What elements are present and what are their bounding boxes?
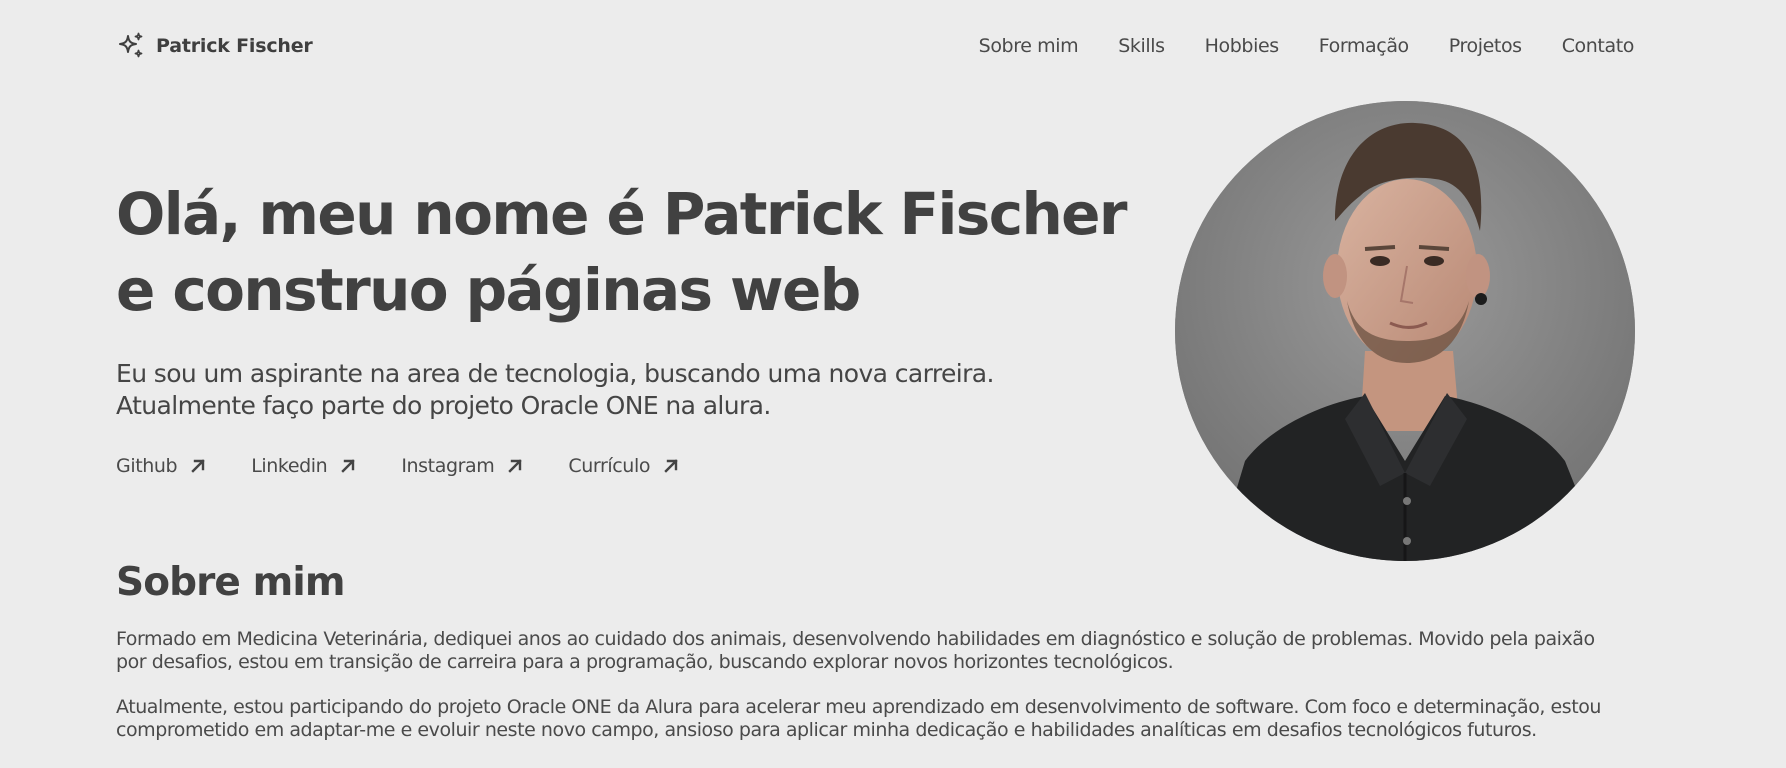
hero-subtitle: Eu sou um aspirante na area de tecnologi… [116,358,1116,422]
arrow-up-right-icon [189,457,207,475]
nav-link-formacao[interactable]: Formação [1319,35,1409,57]
github-link[interactable]: Github [116,455,207,477]
curriculo-link-label: Currículo [568,455,651,477]
linkedin-link-label: Linkedin [251,455,328,477]
github-link-label: Github [116,455,178,477]
arrow-up-right-icon [662,457,680,475]
profile-photo [1175,101,1635,561]
arrow-up-right-icon [506,457,524,475]
hero-title: Olá, meu nome é Patrick Fischer e constr… [116,176,1136,328]
about-paragraph-2-line-1: Atualmente, estou participando do projet… [116,696,1602,718]
about-paragraph-2: Atualmente, estou participando do projet… [116,696,1656,742]
about-paragraph-2-line-2: comprometido em adaptar-me e evoluir nes… [116,719,1537,741]
page: Patrick Fischer Sobre mim Skills Hobbies… [0,0,1786,768]
social-links: Github Linkedin Instagram Currículo [116,455,680,477]
instagram-link[interactable]: Instagram [401,455,524,477]
nav-link-contato[interactable]: Contato [1562,35,1635,57]
brand-link[interactable]: Patrick Fischer [116,31,313,61]
about-paragraph-1-line-1: Formado em Medicina Veterinária, dedique… [116,628,1595,650]
nav-link-projetos[interactable]: Projetos [1449,35,1522,57]
main-nav: Sobre mim Skills Hobbies Formação Projet… [979,35,1635,57]
instagram-link-label: Instagram [401,455,495,477]
nav-link-hobbies[interactable]: Hobbies [1205,35,1280,57]
about-title: Sobre mim [116,560,346,605]
hero-subtitle-line-1: Eu sou um aspirante na area de tecnologi… [116,359,994,388]
arrow-up-right-icon [339,457,357,475]
nav-link-skills[interactable]: Skills [1118,35,1165,57]
sparkles-icon [116,31,146,61]
linkedin-link[interactable]: Linkedin [251,455,357,477]
brand-name: Patrick Fischer [156,35,313,57]
curriculo-link[interactable]: Currículo [568,455,680,477]
about-paragraph-1: Formado em Medicina Veterinária, dedique… [116,628,1656,674]
hero-subtitle-line-2: Atualmente faço parte do projeto Oracle … [116,391,771,420]
hero-title-line-2: e construo páginas web [116,256,861,324]
site-header: Patrick Fischer Sobre mim Skills Hobbies… [116,28,1634,64]
hero-title-line-1: Olá, meu nome é Patrick Fischer [116,180,1128,248]
about-paragraph-1-line-2: por desafios, estou em transição de carr… [116,651,1174,673]
nav-link-sobre-mim[interactable]: Sobre mim [979,35,1079,57]
